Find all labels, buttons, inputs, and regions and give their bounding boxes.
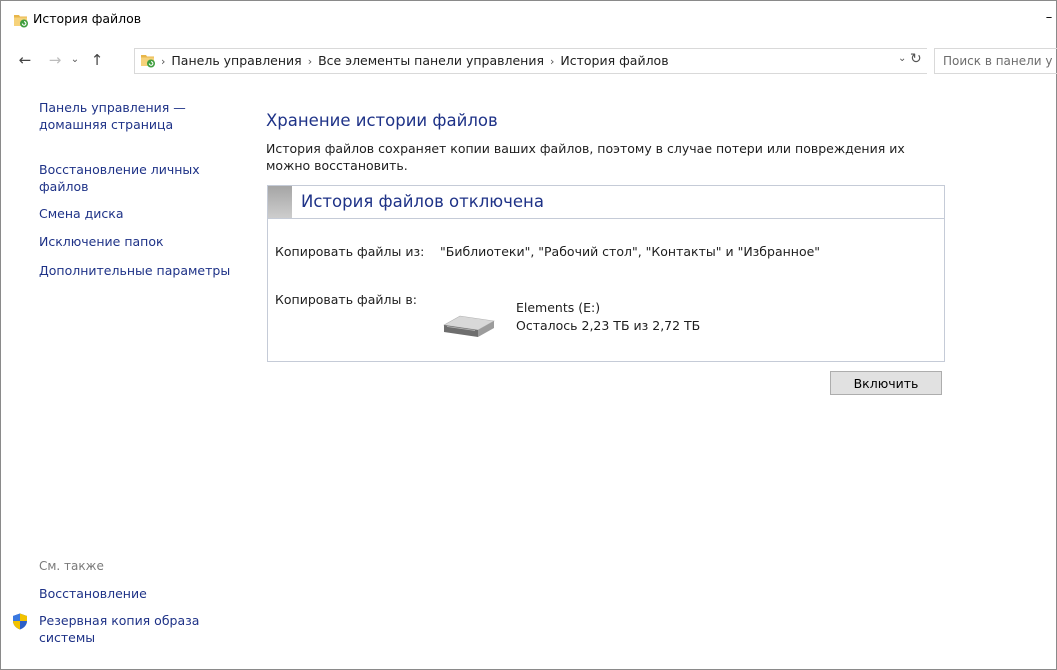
sidebar-link-restore-files[interactable]: Восстановление личных файлов bbox=[39, 161, 234, 195]
up-button[interactable]: ↑ bbox=[87, 49, 107, 71]
page-title: Хранение истории файлов bbox=[266, 111, 498, 130]
sidebar-link-home[interactable]: Панель управления — домашняя страница bbox=[39, 99, 234, 133]
window-title: История файлов bbox=[33, 11, 142, 26]
see-also-heading: См. также bbox=[39, 559, 104, 573]
sidebar-link-recovery[interactable]: Восстановление bbox=[39, 585, 234, 602]
search-input[interactable]: Поиск в панели у bbox=[934, 48, 1057, 74]
title-bar: История файлов – bbox=[1, 1, 1056, 35]
copy-from-value: "Библиотеки", "Рабочий стол", "Контакты"… bbox=[440, 244, 821, 259]
search-placeholder: Поиск в панели у bbox=[943, 54, 1053, 68]
drive-free-space: Осталось 2,23 ТБ из 2,72 ТБ bbox=[516, 318, 701, 333]
status-panel: История файлов отключена Копировать файл… bbox=[267, 185, 945, 362]
window-frame: История файлов – ← → ⌄ ↑ › Панель управле… bbox=[0, 0, 1057, 670]
status-title: История файлов отключена bbox=[301, 192, 544, 211]
copy-to-label: Копировать файлы в: bbox=[275, 292, 417, 307]
address-dropdown-button[interactable]: ⌄ bbox=[898, 53, 906, 64]
copy-from-label: Копировать файлы из: bbox=[275, 244, 425, 259]
breadcrumb-all-items[interactable]: Все элементы панели управления bbox=[318, 53, 544, 68]
sidebar-link-system-image-backup[interactable]: Резервная копия образа системы bbox=[39, 612, 234, 646]
breadcrumb-file-history[interactable]: История файлов bbox=[560, 53, 668, 68]
page-description: История файлов сохраняет копии ваших фай… bbox=[266, 141, 905, 173]
breadcrumb-separator: › bbox=[161, 55, 166, 68]
sidebar-link-advanced-settings[interactable]: Дополнительные параметры bbox=[39, 262, 234, 279]
address-bar[interactable]: › Панель управления › Все элементы панели у… bbox=[134, 48, 927, 74]
navigation-bar: ← → ⌄ ↑ › Панель управления › Все элементы … bbox=[1, 45, 1057, 75]
minimize-button[interactable]: – bbox=[1042, 11, 1056, 25]
status-indicator-bar bbox=[268, 186, 292, 218]
recent-locations-button[interactable]: ⌄ bbox=[67, 49, 83, 71]
back-button[interactable]: ← bbox=[15, 49, 35, 71]
breadcrumb-separator[interactable]: › bbox=[550, 55, 554, 68]
enable-button[interactable]: Включить bbox=[830, 371, 942, 395]
breadcrumb: › Панель управления › Все элементы панели у… bbox=[161, 53, 669, 68]
refresh-button[interactable]: ↻ bbox=[910, 51, 922, 67]
sidebar-link-change-drive[interactable]: Смена диска bbox=[39, 205, 234, 222]
uac-shield-icon bbox=[13, 613, 27, 630]
status-panel-header: История файлов отключена bbox=[268, 186, 944, 219]
drive-name: Elements (E:) bbox=[516, 300, 601, 315]
sidebar-link-exclude-folders[interactable]: Исключение папок bbox=[39, 233, 234, 250]
left-pane: Панель управления — домашняя страница Во… bbox=[1, 81, 241, 669]
forward-button[interactable]: → bbox=[45, 49, 65, 71]
breadcrumb-separator[interactable]: › bbox=[308, 55, 312, 68]
external-drive-icon bbox=[443, 315, 495, 337]
file-history-icon bbox=[14, 15, 28, 28]
file-history-icon bbox=[141, 55, 155, 68]
breadcrumb-control-panel[interactable]: Панель управления bbox=[171, 53, 301, 68]
